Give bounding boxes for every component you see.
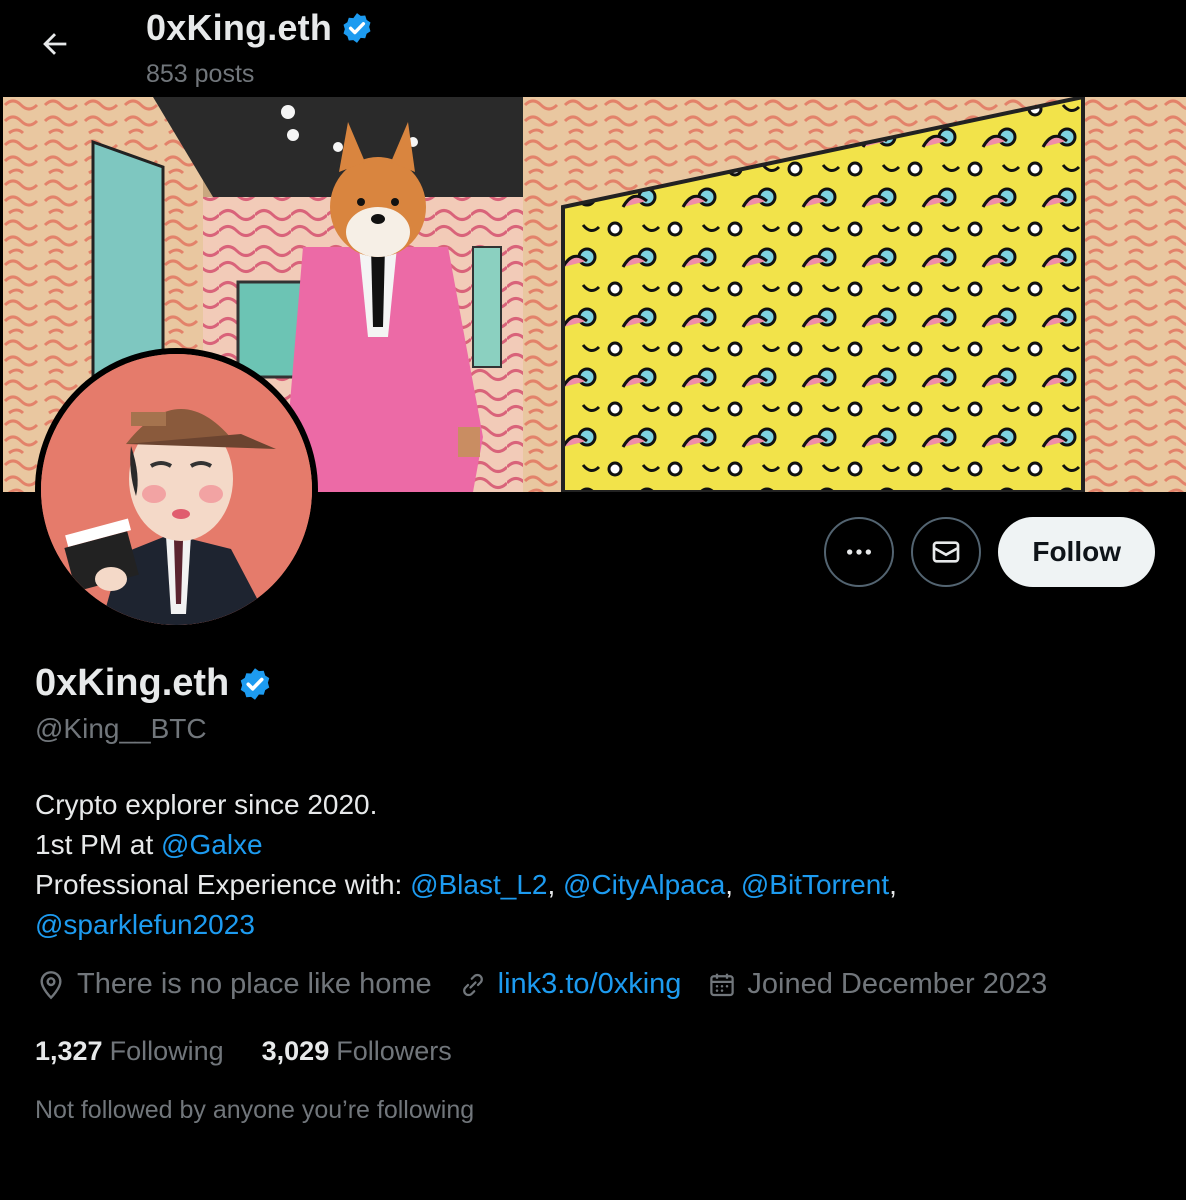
calendar-icon xyxy=(710,973,735,996)
bio-line-1: Crypto explorer since 2020. xyxy=(35,789,378,820)
profile-stats: 1,327 Following 3,029 Followers xyxy=(35,1036,490,1067)
bio-line-4: @sparklefun2023 xyxy=(35,905,1135,945)
joined-text: Joined December 2023 xyxy=(747,968,1048,1000)
mention-sparklefun[interactable]: @sparklefun2023 xyxy=(35,909,255,940)
location-pin-icon xyxy=(40,970,62,999)
link-icon xyxy=(462,973,483,996)
avatar-image xyxy=(41,354,312,625)
website-link[interactable]: link3.to/0xking xyxy=(498,968,682,1001)
more-button[interactable] xyxy=(824,517,895,587)
bio-line-2: 1st PM at @Galxe xyxy=(35,825,1135,865)
profile-website: link3.to/0xking xyxy=(458,968,682,1001)
header-post-count: 853 posts xyxy=(146,60,255,88)
followers-link[interactable]: 3,029 Followers xyxy=(262,1036,452,1067)
bio-separator: , xyxy=(547,869,564,900)
profile-bio: Crypto explorer since 2020. 1st PM at @G… xyxy=(35,785,1135,945)
verified-badge-icon xyxy=(343,13,371,43)
message-button[interactable] xyxy=(911,517,982,587)
mention-bittorrent[interactable]: @BitTorrent xyxy=(741,869,889,900)
top-bar: 0xKing.eth 853 posts xyxy=(0,0,1186,97)
not-followed-notice: Not followed by anyone you’re following xyxy=(35,1096,475,1124)
bio-line-2-text: 1st PM at xyxy=(35,829,162,860)
following-count: 1,327 xyxy=(35,1036,103,1066)
profile-meta: There is no place like home link3.to/0xk… xyxy=(35,968,1073,1001)
bio-separator: , xyxy=(725,869,741,900)
back-button[interactable] xyxy=(28,22,82,66)
following-label: Following xyxy=(109,1036,224,1066)
bio-line-3-text: Professional Experience with: xyxy=(35,869,411,900)
envelope-icon xyxy=(933,541,960,563)
profile-location: There is no place like home xyxy=(35,968,432,1001)
followers-label: Followers xyxy=(336,1036,452,1066)
arrow-left-icon xyxy=(43,33,67,55)
followers-count: 3,029 xyxy=(261,1036,330,1066)
mention-blast[interactable]: @Blast_L2 xyxy=(410,869,547,900)
follow-button[interactable]: Follow xyxy=(998,517,1155,587)
bio-line-3: Professional Experience with: @Blast_L2,… xyxy=(35,865,1135,905)
profile-joined: Joined December 2023 xyxy=(707,968,1047,1001)
mention-galxe[interactable]: @Galxe xyxy=(161,829,263,860)
header-title-row: 0xKing.eth xyxy=(146,6,374,50)
profile-handle: @King__BTC xyxy=(35,713,207,744)
profile-name-row: 0xKing.eth xyxy=(35,662,273,705)
verified-badge-icon xyxy=(241,667,270,700)
header-title: 0xKing.eth xyxy=(146,7,333,48)
more-icon xyxy=(847,549,872,555)
mention-cityalpaca[interactable]: @CityAlpaca xyxy=(563,869,725,900)
profile-avatar[interactable] xyxy=(35,348,318,631)
following-link[interactable]: 1,327 Following xyxy=(35,1036,224,1067)
profile-actions: Follow xyxy=(824,517,1155,587)
profile-name: 0xKing.eth xyxy=(35,662,230,704)
location-text: There is no place like home xyxy=(77,968,432,1000)
bio-separator: , xyxy=(889,869,897,900)
